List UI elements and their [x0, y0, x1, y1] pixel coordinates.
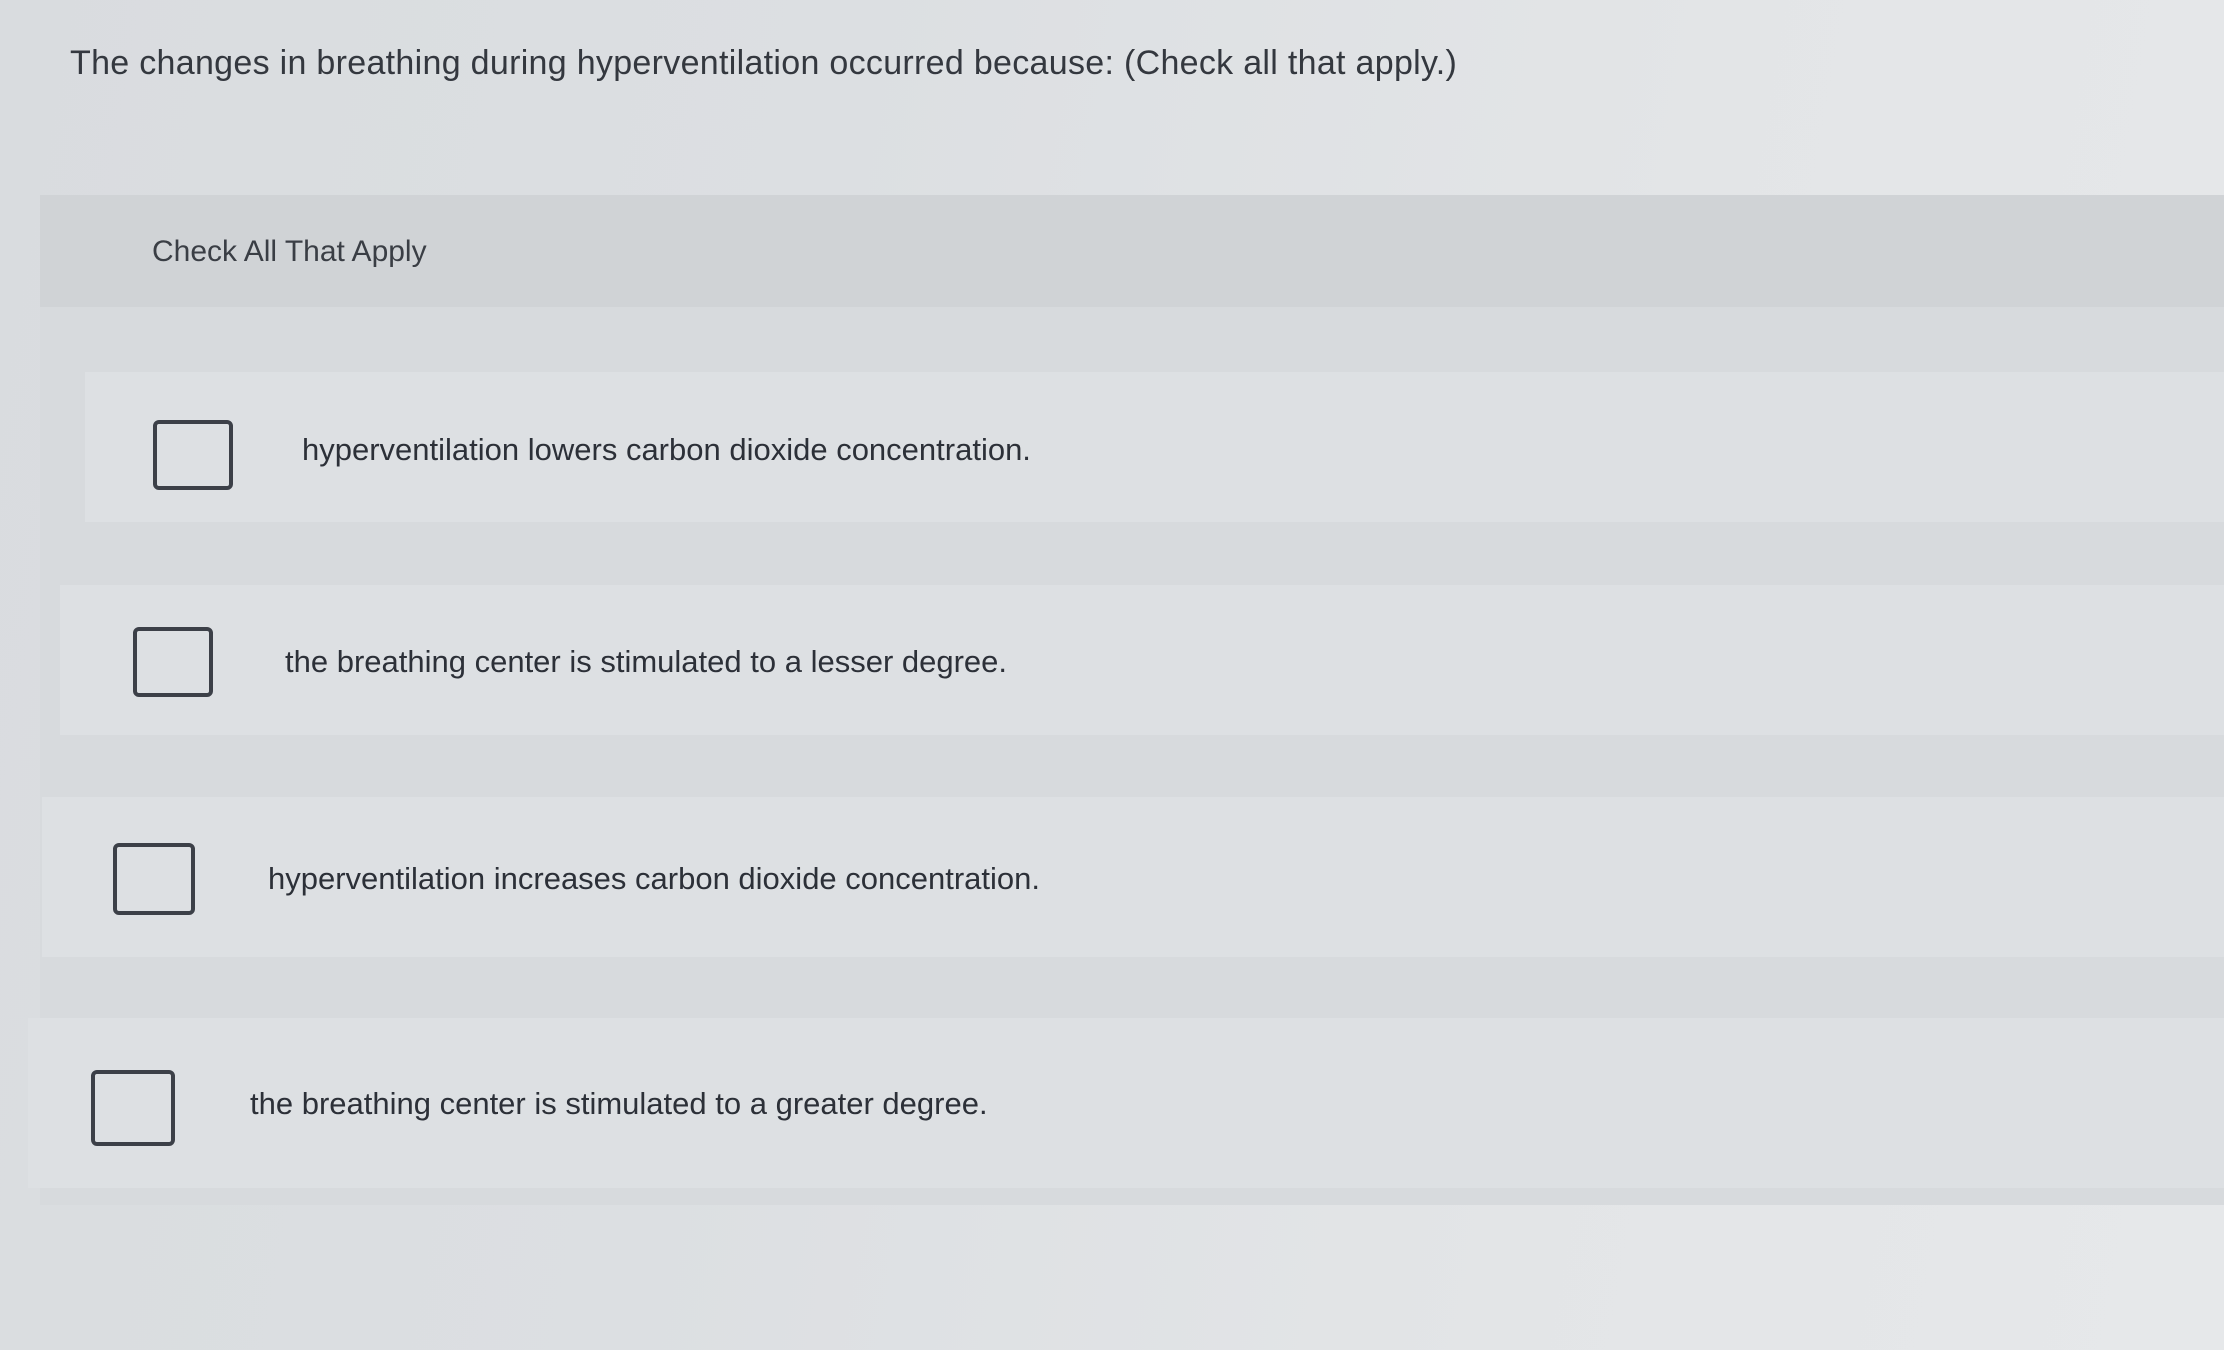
- option-row[interactable]: the breathing center is stimulated to a …: [60, 585, 2224, 735]
- option-row[interactable]: hyperventilation increases carbon dioxid…: [42, 797, 2224, 957]
- option-label[interactable]: hyperventilation increases carbon dioxid…: [268, 861, 1040, 897]
- check-all-that-apply-label: Check All That Apply: [152, 235, 427, 268]
- panel-header: Check All That Apply: [40, 195, 2224, 307]
- option-checkbox[interactable]: [133, 627, 213, 697]
- option-label[interactable]: the breathing center is stimulated to a …: [285, 644, 1007, 680]
- option-row[interactable]: the breathing center is stimulated to a …: [28, 1018, 2224, 1188]
- option-row[interactable]: hyperventilation lowers carbon dioxide c…: [85, 372, 2224, 522]
- option-checkbox[interactable]: [91, 1070, 175, 1146]
- option-checkbox[interactable]: [153, 420, 233, 490]
- question-text: The changes in breathing during hyperven…: [70, 44, 1458, 82]
- option-label[interactable]: the breathing center is stimulated to a …: [250, 1086, 988, 1122]
- option-label[interactable]: hyperventilation lowers carbon dioxide c…: [302, 432, 1031, 468]
- option-checkbox[interactable]: [113, 843, 195, 915]
